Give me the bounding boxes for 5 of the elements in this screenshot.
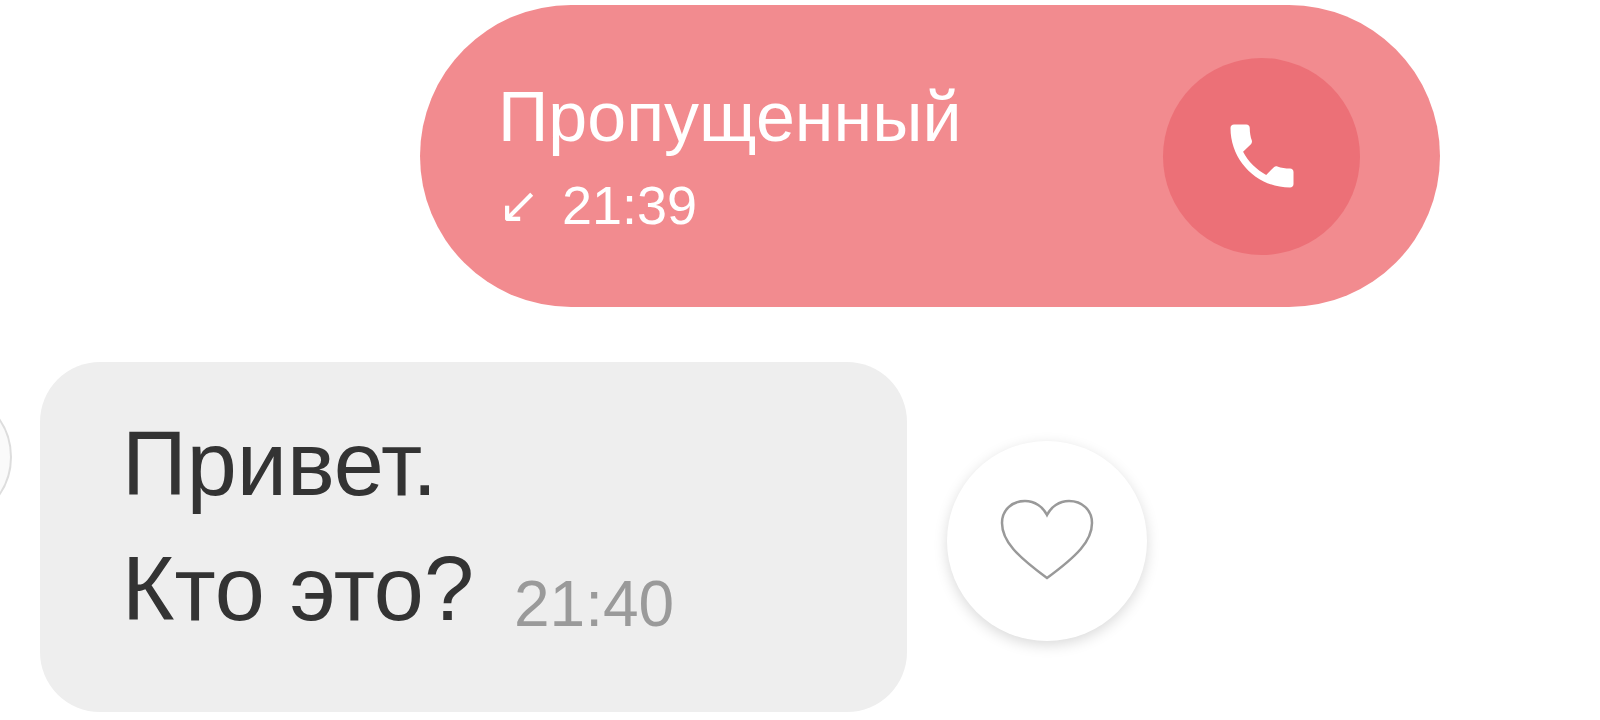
call-status: Пропущенный [498,77,963,157]
message-time: 21:40 [513,567,675,642]
incoming-arrow: ↙ [498,176,540,235]
call-time: 21:39 [561,175,698,235]
message-text: Привет. Кто это? [122,413,474,641]
